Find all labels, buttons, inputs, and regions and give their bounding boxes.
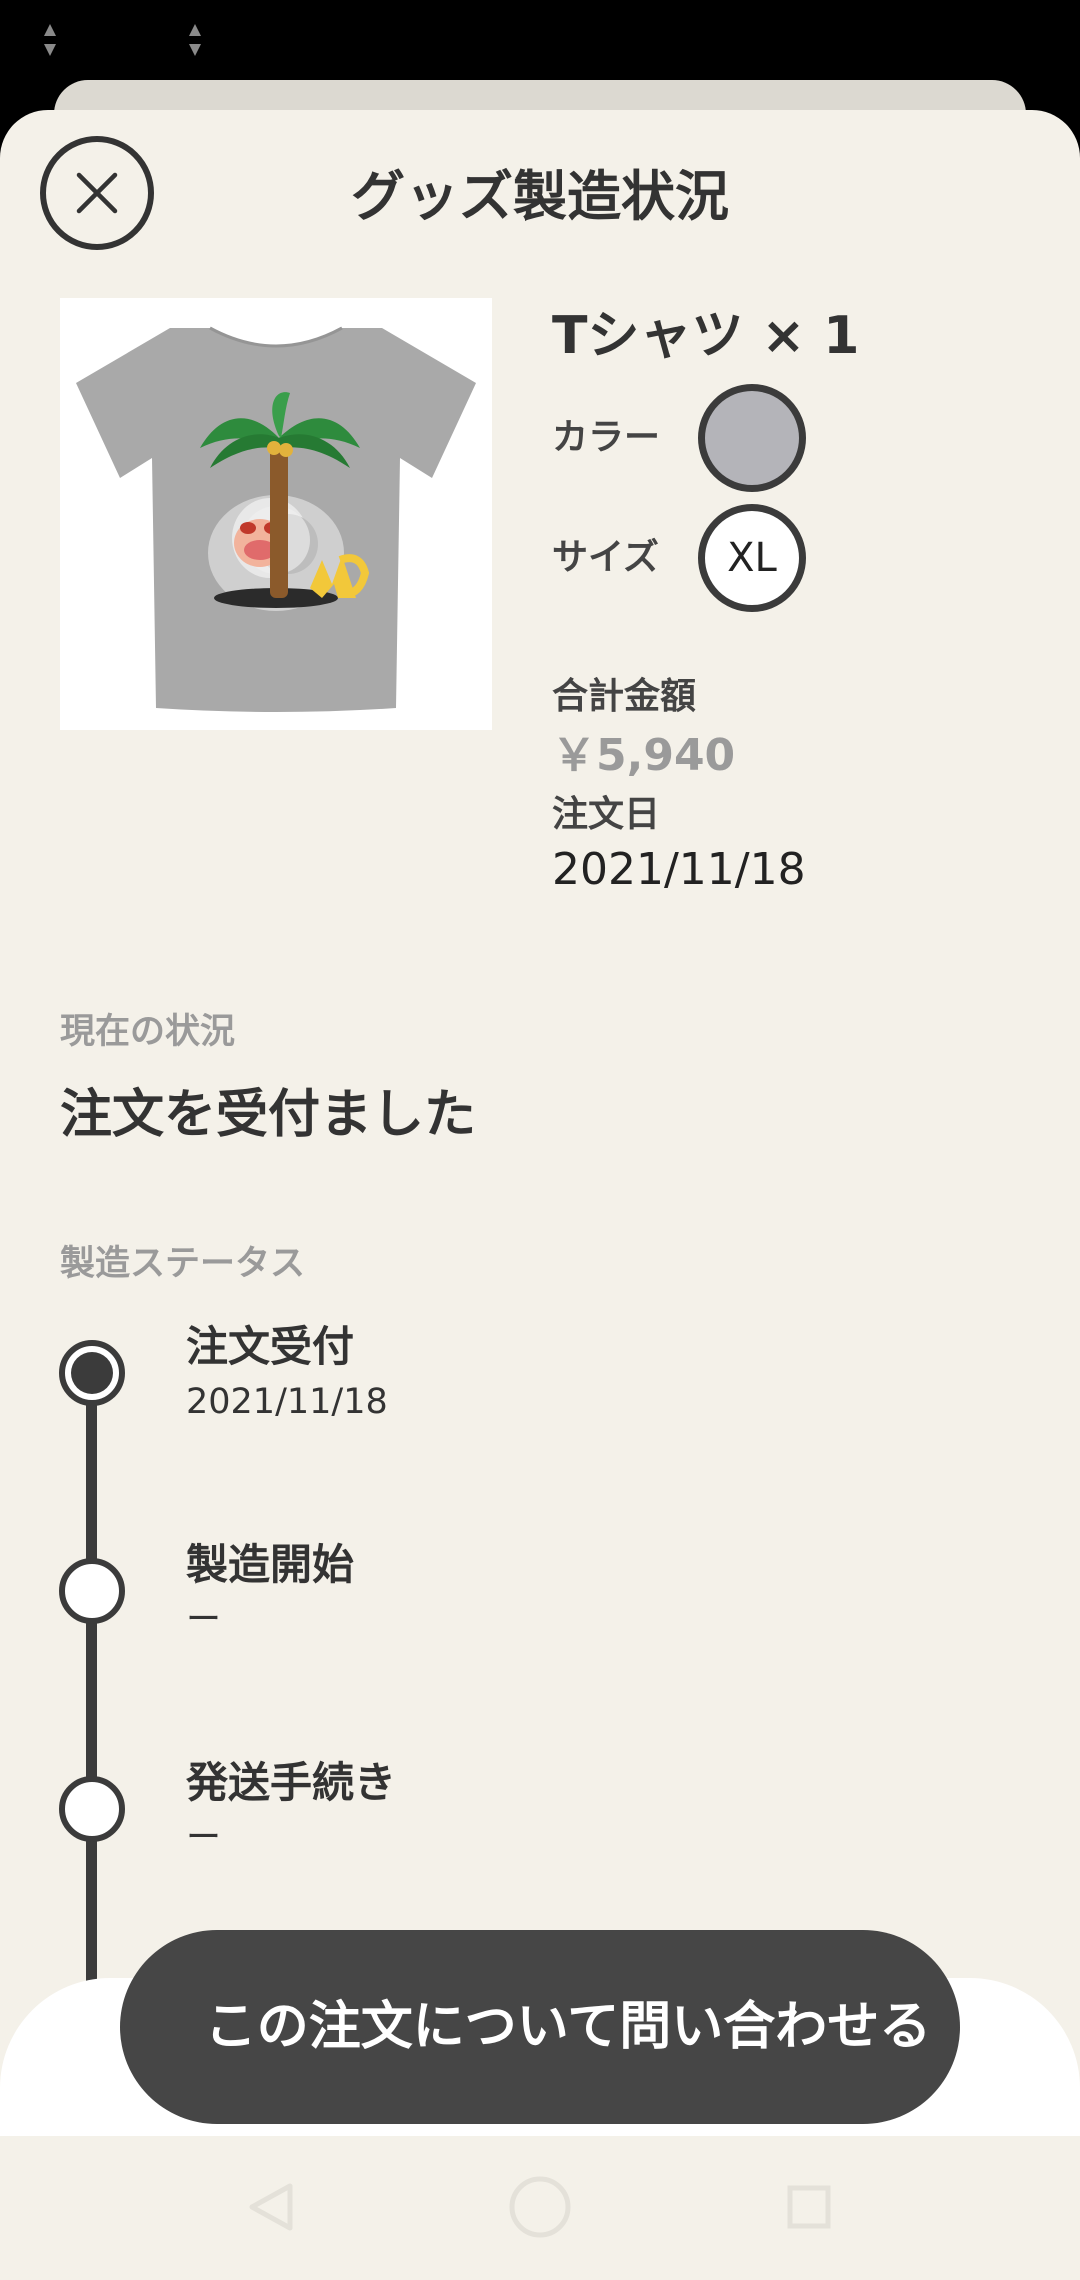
step-dot-order-received xyxy=(59,1340,125,1406)
size-chip: XL xyxy=(698,504,806,612)
size-label: サイズ xyxy=(552,537,659,578)
step-date-order-received: 2021/11/18 xyxy=(186,1382,388,1422)
step-title-shipping: 発送手続き xyxy=(186,1758,397,1807)
signal-arrows-icon xyxy=(44,24,56,56)
color-label: カラー xyxy=(552,417,661,458)
production-status-label: 製造ステータス xyxy=(60,1244,306,1284)
total-price: ￥5,940 xyxy=(552,730,736,781)
current-status-label: 現在の状況 xyxy=(60,1012,236,1052)
tshirt-illustration xyxy=(76,326,476,712)
screen: グッズ製造状況 Tシャツ × 1 カラー サイズ XL 合計金額 ￥5,940 … xyxy=(0,0,1080,2280)
timeline-line xyxy=(86,1372,97,2032)
color-swatch xyxy=(698,384,806,492)
order-status-sheet: グッズ製造状況 Tシャツ × 1 カラー サイズ XL 合計金額 ￥5,940 … xyxy=(0,110,1080,2280)
step-title-production-start: 製造開始 xyxy=(186,1540,355,1589)
product-image xyxy=(60,298,492,730)
step-dot-production-start xyxy=(59,1558,125,1624)
recents-square-icon[interactable] xyxy=(764,2162,854,2252)
step-dot-shipping xyxy=(59,1776,125,1842)
order-date: 2021/11/18 xyxy=(552,844,806,895)
total-label: 合計金額 xyxy=(552,676,697,717)
step-date-production-start: ー xyxy=(186,1600,222,1640)
product-name: Tシャツ × 1 xyxy=(552,306,860,366)
system-nav-bar xyxy=(0,2136,1080,2280)
step-date-shipping: ー xyxy=(186,1818,222,1858)
step-title-order-received: 注文受付 xyxy=(186,1322,355,1371)
status-bar xyxy=(0,0,1080,80)
contact-about-order-button[interactable]: この注文について問い合わせる xyxy=(120,1930,960,2124)
home-circle-icon[interactable] xyxy=(495,2162,585,2252)
data-arrows-icon xyxy=(189,24,201,56)
page-title: グッズ製造状況 xyxy=(351,165,729,228)
back-triangle-icon[interactable] xyxy=(226,2162,316,2252)
order-date-label: 注文日 xyxy=(552,794,661,835)
current-status: 注文を受付ました xyxy=(60,1085,477,1145)
